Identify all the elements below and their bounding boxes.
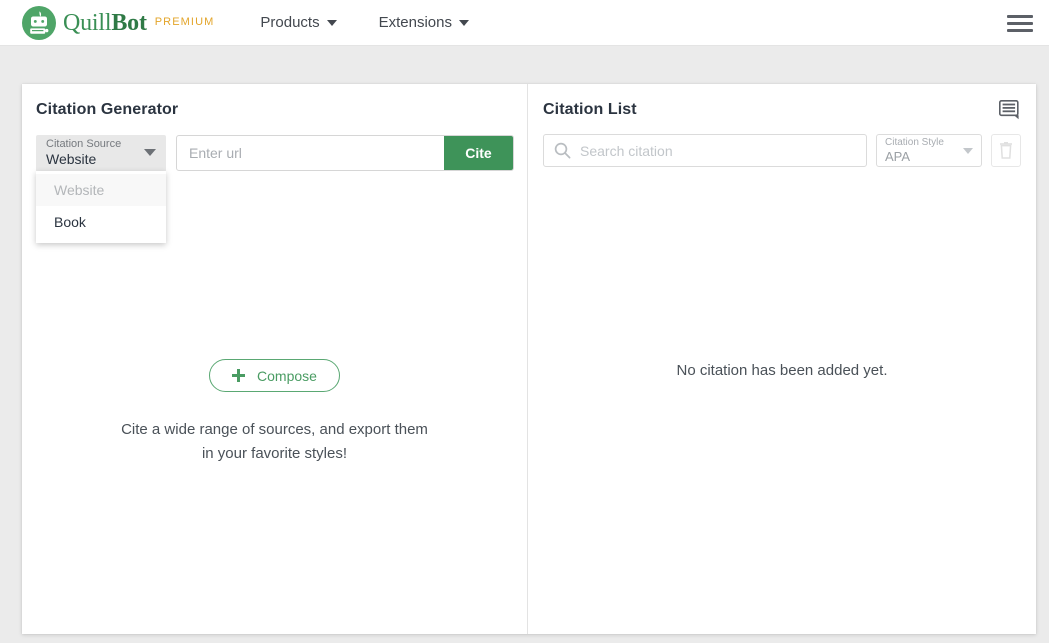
citation-source-label: Citation Source bbox=[46, 138, 122, 150]
brand-name-part2: Bot bbox=[111, 9, 147, 36]
citation-list-title: Citation List bbox=[543, 101, 637, 118]
search-input-group bbox=[543, 134, 867, 167]
citation-source-option-website[interactable]: Website bbox=[36, 174, 166, 206]
nav-item-products-label: Products bbox=[260, 14, 320, 31]
premium-badge: PREMIUM bbox=[154, 15, 215, 28]
chevron-down-icon bbox=[144, 149, 156, 156]
citation-generator-panel: Citation Generator Citation Source Websi… bbox=[22, 84, 528, 634]
main-card: Citation Generator Citation Source Websi… bbox=[22, 84, 1036, 634]
citation-source-dropdown-menu: Website Book bbox=[36, 171, 166, 243]
brand-name: QuillBot bbox=[63, 11, 147, 35]
compose-button[interactable]: Compose bbox=[209, 359, 340, 392]
brand-logo-link[interactable]: QuillBot PREMIUM bbox=[22, 0, 214, 46]
chevron-down-icon bbox=[326, 19, 337, 26]
top-navigation-bar: QuillBot PREMIUM Products Extensions bbox=[0, 0, 1049, 46]
citation-list-controls-row: Citation Style APA bbox=[543, 134, 1021, 167]
generator-empty-subtitle: Cite a wide range of sources, and export… bbox=[121, 421, 428, 462]
cite-button[interactable]: Cite bbox=[444, 136, 513, 170]
trash-icon bbox=[1000, 142, 1012, 159]
hamburger-bar bbox=[1007, 14, 1033, 18]
notes-list-icon[interactable] bbox=[999, 100, 1020, 120]
generator-controls-row: Citation Source Website Cite bbox=[36, 135, 514, 171]
citation-source-value: Website bbox=[46, 151, 97, 167]
nav-item-extensions[interactable]: Extensions bbox=[379, 14, 469, 31]
delete-citations-button[interactable] bbox=[991, 134, 1021, 167]
compose-button-label: Compose bbox=[257, 367, 317, 384]
url-input[interactable] bbox=[177, 136, 444, 170]
search-input[interactable] bbox=[580, 142, 866, 159]
page-title: Citation Generator bbox=[36, 101, 179, 118]
citation-style-select[interactable]: Citation Style APA bbox=[876, 134, 982, 167]
nav-item-extensions-label: Extensions bbox=[378, 14, 452, 31]
citation-source-select[interactable]: Citation Source Website bbox=[36, 135, 166, 171]
citation-list-panel: Citation List Citat bbox=[528, 84, 1036, 634]
plus-icon bbox=[232, 369, 246, 382]
chevron-down-icon bbox=[963, 148, 973, 154]
citation-source-option-book[interactable]: Book bbox=[36, 206, 166, 238]
search-icon bbox=[554, 142, 571, 159]
nav-items: Products Extensions bbox=[260, 14, 469, 31]
hamburger-bar bbox=[1007, 28, 1033, 32]
chevron-down-icon bbox=[458, 19, 469, 26]
hamburger-bar bbox=[1007, 21, 1033, 25]
quillbot-robot-logo-icon bbox=[22, 5, 56, 40]
citation-list-empty-text: No citation has been added yet. bbox=[676, 362, 888, 379]
brand-name-part1: Quill bbox=[63, 9, 112, 36]
url-input-group: Cite bbox=[176, 135, 514, 171]
generator-empty-state: Compose Cite a wide range of sources, an… bbox=[22, 359, 527, 466]
nav-item-products[interactable]: Products bbox=[260, 14, 337, 31]
hamburger-menu-icon[interactable] bbox=[1007, 12, 1033, 34]
